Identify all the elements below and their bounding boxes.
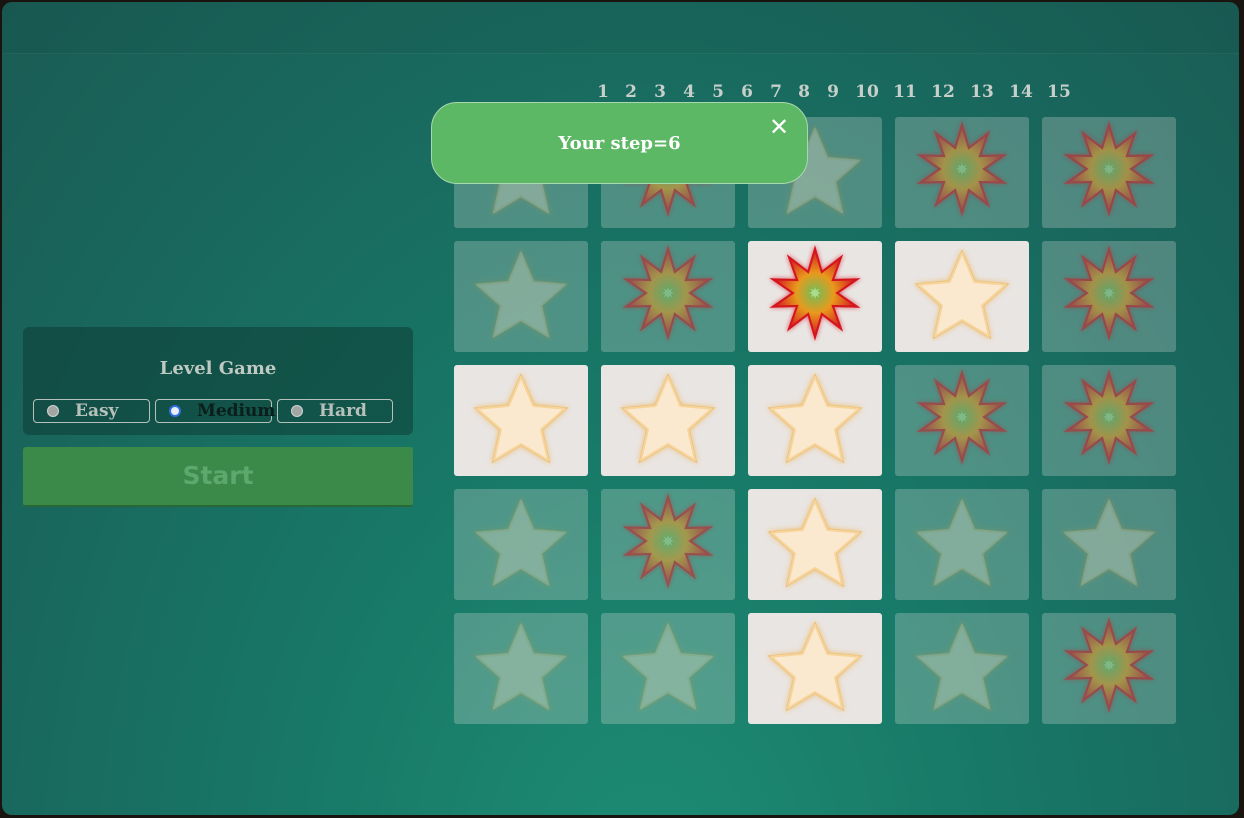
star-icon xyxy=(767,621,863,712)
grid-cell[interactable] xyxy=(1042,241,1176,352)
step-number: 14 xyxy=(1009,82,1033,102)
grid-cell[interactable] xyxy=(748,365,882,476)
burst-icon xyxy=(622,493,714,589)
hard-label: Hard xyxy=(319,401,367,421)
grid-cell[interactable] xyxy=(454,489,588,600)
medium-radio[interactable] xyxy=(169,405,181,417)
grid-cell[interactable] xyxy=(601,613,735,724)
burst-icon xyxy=(1063,617,1155,713)
grid-cell[interactable] xyxy=(1042,613,1176,724)
step-number: 3 xyxy=(654,82,666,102)
grid-cell[interactable] xyxy=(748,241,882,352)
star-icon xyxy=(473,621,569,712)
grid-cell[interactable] xyxy=(748,489,882,600)
burst-icon xyxy=(769,245,861,341)
top-bar xyxy=(2,2,1239,54)
step-number: 12 xyxy=(931,82,955,102)
level-option-easy[interactable]: Easy xyxy=(33,399,150,423)
star-icon xyxy=(914,249,1010,340)
star-icon xyxy=(914,621,1010,712)
burst-icon xyxy=(1063,369,1155,465)
step-number: 13 xyxy=(970,82,994,102)
step-number: 10 xyxy=(855,82,879,102)
grid-cell[interactable] xyxy=(454,613,588,724)
star-icon xyxy=(620,373,716,464)
burst-icon xyxy=(622,245,714,341)
burst-icon xyxy=(1063,245,1155,341)
step-number: 5 xyxy=(712,82,724,102)
star-icon xyxy=(473,249,569,340)
grid-cell[interactable] xyxy=(601,365,735,476)
grid-cell[interactable] xyxy=(454,365,588,476)
step-number: 7 xyxy=(770,82,782,102)
step-number: 1 xyxy=(597,82,609,102)
easy-label: Easy xyxy=(75,401,119,421)
star-icon xyxy=(767,497,863,588)
step-number: 4 xyxy=(683,82,695,102)
level-panel: Level Game Easy Medium Hard xyxy=(23,327,413,435)
grid-cell[interactable] xyxy=(601,489,735,600)
step-number: 9 xyxy=(827,82,839,102)
easy-radio[interactable] xyxy=(47,405,59,417)
toast-message: Your step=6 xyxy=(558,133,681,154)
grid-cell[interactable] xyxy=(454,241,588,352)
start-button[interactable]: Start xyxy=(23,447,413,507)
level-title: Level Game xyxy=(159,358,277,379)
medium-label: Medium xyxy=(197,401,276,421)
grid-cell[interactable] xyxy=(601,241,735,352)
star-icon xyxy=(1061,497,1157,588)
star-icon xyxy=(473,373,569,464)
level-option-medium[interactable]: Medium xyxy=(155,399,276,423)
step-toast: Your step=6 ✕ xyxy=(431,102,808,184)
close-icon[interactable]: ✕ xyxy=(767,115,791,139)
hard-radio[interactable] xyxy=(291,405,303,417)
step-number: 6 xyxy=(741,82,753,102)
grid-cell[interactable] xyxy=(1042,117,1176,228)
burst-icon xyxy=(916,369,1008,465)
grid-cell[interactable] xyxy=(748,613,882,724)
level-option-hard[interactable]: Hard xyxy=(277,399,393,423)
step-number: 8 xyxy=(798,82,810,102)
burst-icon xyxy=(916,121,1008,217)
grid-cell[interactable] xyxy=(895,117,1029,228)
grid-cell[interactable] xyxy=(895,613,1029,724)
grid-cell[interactable] xyxy=(895,241,1029,352)
star-icon xyxy=(914,497,1010,588)
star-icon xyxy=(620,621,716,712)
grid-cell[interactable] xyxy=(895,489,1029,600)
grid-cell[interactable] xyxy=(895,365,1029,476)
grid-cell[interactable] xyxy=(1042,365,1176,476)
step-number: 15 xyxy=(1047,82,1071,102)
step-number: 2 xyxy=(625,82,637,102)
star-icon xyxy=(767,373,863,464)
burst-icon xyxy=(1063,121,1155,217)
star-icon xyxy=(473,497,569,588)
step-number: 11 xyxy=(893,82,917,102)
grid-cell[interactable] xyxy=(1042,489,1176,600)
game-board: Level Game Easy Medium Hard Start 123456… xyxy=(2,2,1239,815)
